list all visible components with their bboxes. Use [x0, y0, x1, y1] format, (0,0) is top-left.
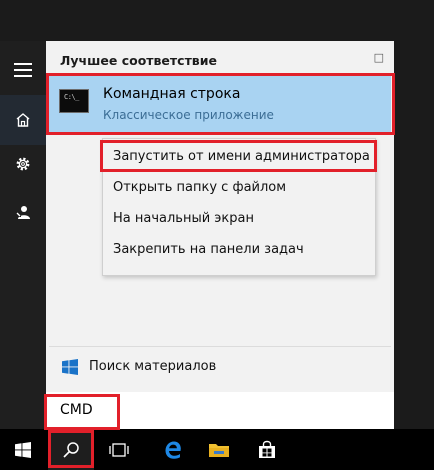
file-explorer-button[interactable] [196, 429, 242, 470]
hamburger-icon [14, 63, 32, 77]
start-button[interactable] [0, 429, 46, 470]
highlight-run-as-admin [100, 140, 377, 172]
feedback-button[interactable] [0, 189, 46, 235]
task-view-icon [108, 442, 130, 458]
web-search-row[interactable]: Поиск материалов [46, 347, 394, 387]
home-icon [15, 112, 31, 128]
web-search-label: Поиск материалов [89, 359, 217, 374]
menu-toggle-button[interactable] [0, 47, 46, 93]
desktop-top-strip [0, 0, 434, 41]
edge-button[interactable] [150, 429, 196, 470]
windows-logo-icon [62, 359, 78, 375]
user-icon [15, 204, 31, 220]
highlight-best-match [46, 73, 395, 135]
settings-button[interactable] [0, 141, 46, 187]
highlight-search-text [44, 394, 120, 430]
windows-start-icon [15, 441, 31, 458]
panel-options-icon[interactable]: □ [374, 51, 384, 64]
gear-icon [14, 155, 32, 173]
best-match-header: Лучшее соответствие [60, 53, 217, 68]
start-left-rail [0, 41, 46, 429]
ctx-pin-to-start[interactable]: На начальный экран [113, 211, 254, 226]
edge-icon [163, 440, 183, 460]
file-explorer-icon [208, 441, 230, 459]
home-button[interactable] [0, 95, 46, 145]
store-icon [257, 440, 277, 460]
task-view-button[interactable] [96, 429, 142, 470]
store-button[interactable] [244, 429, 290, 470]
ctx-pin-to-taskbar[interactable]: Закрепить на панели задач [113, 242, 304, 257]
highlight-search-button [48, 430, 94, 468]
ctx-open-file-location[interactable]: Открыть папку с файлом [113, 180, 286, 195]
